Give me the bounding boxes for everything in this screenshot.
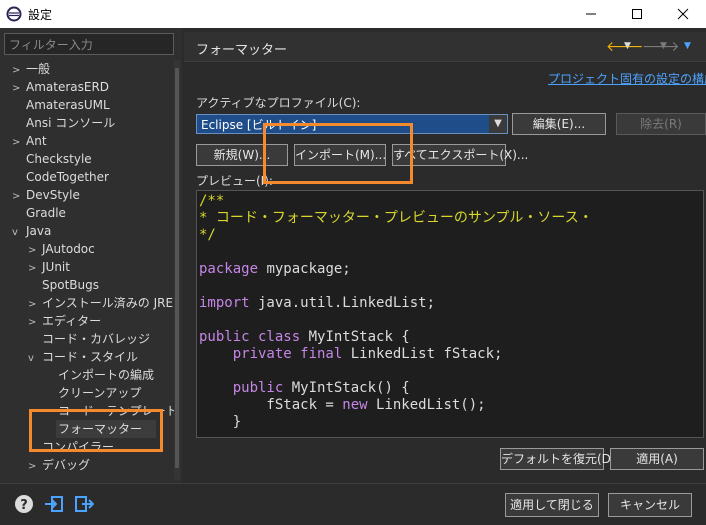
tree-item-junit[interactable]: > JUnit — [28, 258, 70, 276]
new-button[interactable]: 新規(W)... — [196, 144, 288, 166]
code-line: public class MyIntStack { — [199, 329, 410, 345]
tree-item-compiler[interactable]: コンパイラー — [42, 438, 114, 456]
minimize-button[interactable] — [568, 0, 614, 28]
chevron-down-icon: ▼ — [489, 115, 507, 133]
tree-item-amaterasuml[interactable]: AmaterasUML — [26, 96, 110, 114]
window-title: 設定 — [28, 8, 53, 22]
code-line: * コード・フォーマッター・プレビューのサンプル・ソース・ — [199, 210, 593, 226]
preferences-tree: > 一般 > AmaterasERD AmaterasUML Ansi コンソール … — [0, 60, 178, 480]
code-preview[interactable]: /** * コード・フォーマッター・プレビューのサンプル・ソース・ */ pac… — [196, 190, 704, 438]
tree-item-spotbugs[interactable]: SpotBugs — [42, 276, 99, 294]
apply-button[interactable]: 適用(A) — [610, 448, 704, 470]
view-menu-icon[interactable]: ▼ — [684, 41, 691, 51]
chevron-down-icon: v — [28, 353, 34, 364]
remove-button[interactable]: 除去(R) — [616, 113, 706, 135]
export-preferences-icon[interactable] — [74, 494, 94, 514]
page-header: フォーマッター 🡐 ▼ 🡒 ▼ ▼ — [184, 32, 706, 62]
preview-label: プレビュー(I): — [196, 174, 273, 188]
dialog-button-bar: ? 適用して閉じる キャンセル — [0, 483, 706, 525]
project-specific-settings-link[interactable]: プロジェクト固有の設定の構成... — [548, 70, 706, 87]
forward-menu-chevron-icon[interactable]: ▼ — [660, 41, 667, 51]
tree-item-cleanup[interactable]: クリーンアップ — [58, 384, 141, 402]
minimize-icon — [586, 13, 596, 15]
tree-item-formatter[interactable]: フォーマッター — [56, 420, 156, 438]
chevron-right-icon: > — [12, 191, 21, 202]
tree-item-amateraserd[interactable]: > AmaterasERD — [12, 78, 109, 96]
import-button[interactable]: インポート(M)... — [294, 144, 386, 166]
code-line: } — [199, 414, 242, 430]
tree-item-editor[interactable]: > エディター — [28, 312, 101, 330]
formatter-page: フォーマッター 🡐 ▼ 🡒 ▼ ▼ プロジェクト固有の設定の構成... アクティ… — [184, 28, 706, 483]
tree-item-checkstyle[interactable]: Checkstyle — [26, 150, 92, 168]
code-line: public MyIntStack() { — [199, 380, 410, 396]
title-bar: 設定 — [0, 0, 706, 28]
tree-item-gradle[interactable]: Gradle — [26, 204, 66, 222]
code-line: private final LinkedList fStack; — [199, 346, 503, 362]
cancel-button[interactable]: キャンセル — [608, 493, 692, 517]
active-profile-label: アクティブなプロファイル(C): — [196, 96, 361, 110]
close-icon — [677, 8, 689, 20]
preferences-nav-panel: フィルター入力 > 一般 > AmaterasERD AmaterasUML Ans… — [0, 28, 182, 483]
chevron-right-icon: > — [12, 83, 21, 94]
help-icon[interactable]: ? — [14, 494, 34, 514]
active-profile-select[interactable]: Eclipse [ビルトイン] ▼ — [196, 114, 508, 134]
chevron-down-icon: v — [12, 227, 18, 238]
tree-item-jautodoc[interactable]: > JAutodoc — [28, 240, 95, 258]
apply-and-close-button[interactable]: 適用して閉じる — [505, 493, 599, 517]
tree-item-ansi-console[interactable]: Ansi コンソール — [26, 114, 115, 132]
code-line: fStack = new LinkedList(); — [199, 397, 486, 413]
tree-item-debug[interactable]: > デバッグ — [28, 456, 90, 474]
back-menu-chevron-icon[interactable]: ▼ — [624, 41, 631, 51]
tree-item-code-style[interactable]: v コード・スタイル — [28, 348, 138, 366]
tree-item-code-coverage[interactable]: コード・カバレッジ — [42, 330, 150, 348]
filter-input[interactable]: フィルター入力 — [4, 33, 174, 55]
code-line: import java.util.LinkedList; — [199, 295, 436, 311]
page-title: フォーマッター — [196, 43, 288, 58]
tree-item-code-templates[interactable]: コード・テンプレート — [58, 402, 178, 420]
chevron-right-icon: > — [28, 317, 37, 328]
tree-item-java[interactable]: v Java — [12, 222, 51, 240]
eclipse-app-icon — [6, 6, 22, 22]
code-line: package mypackage; — [199, 261, 351, 277]
edit-button[interactable]: 編集(E)... — [512, 113, 606, 135]
maximize-button[interactable] — [614, 0, 660, 28]
tree-item-organize-imports[interactable]: インポートの編成 — [58, 366, 154, 384]
export-all-button[interactable]: すべてエクスポート(X)... — [392, 144, 528, 166]
import-preferences-icon[interactable] — [44, 494, 64, 514]
maximize-icon — [632, 9, 642, 19]
svg-text:?: ? — [20, 498, 28, 513]
tree-scrollbar[interactable] — [174, 60, 180, 480]
chevron-right-icon: > — [28, 263, 37, 274]
tree-item-devstyle[interactable]: > DevStyle — [12, 186, 80, 204]
tree-item-ant[interactable]: > Ant — [12, 132, 47, 150]
tree-item-general[interactable]: > 一般 — [12, 60, 50, 78]
chevron-right-icon: > — [28, 461, 37, 472]
restore-defaults-button[interactable]: デフォルトを復元(D) — [500, 448, 616, 470]
close-button[interactable] — [660, 0, 706, 28]
chevron-right-icon: > — [12, 137, 21, 148]
code-line: */ — [199, 227, 216, 243]
code-line: /** — [199, 193, 225, 209]
tree-item-installed-jre[interactable]: > インストール済みの JRE — [28, 294, 173, 312]
scrollbar-thumb[interactable] — [175, 68, 179, 468]
tree-item-codetogether[interactable]: CodeTogether — [26, 168, 109, 186]
